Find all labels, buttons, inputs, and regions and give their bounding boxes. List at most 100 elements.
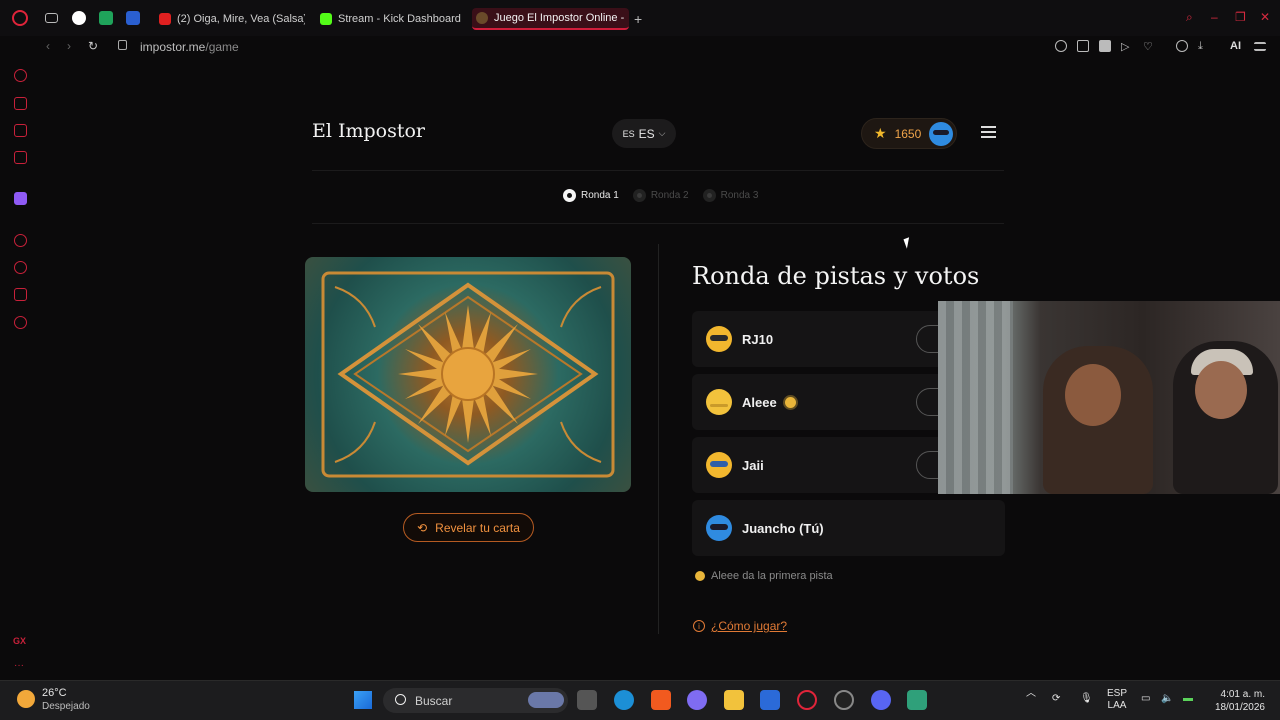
profile-icon[interactable]: [1176, 40, 1188, 52]
play-icon[interactable]: ▷: [1121, 40, 1133, 53]
url-field[interactable]: impostor.me/game: [140, 40, 239, 54]
maximize-icon[interactable]: ❐: [1235, 10, 1246, 24]
mask-band: [710, 524, 728, 530]
more-icon[interactable]: ···: [14, 660, 24, 671]
forward-icon[interactable]: ›: [67, 39, 71, 53]
reveal-card-button[interactable]: ⟲ Revelar tu carta: [403, 513, 534, 542]
windows-start-icon[interactable]: [354, 691, 372, 709]
file-explorer-icon[interactable]: [724, 690, 744, 710]
taskbar-search-label[interactable]: Buscar: [415, 694, 452, 708]
refresh-icon: ⟲: [417, 520, 428, 535]
how-to-play-link[interactable]: i ¿Cómo jugar?: [693, 619, 787, 633]
discord-icon[interactable]: [871, 690, 891, 710]
reload-icon[interactable]: ↻: [88, 39, 98, 53]
minimize-icon[interactable]: –: [1211, 10, 1218, 24]
gx-corner-icon[interactable]: [14, 97, 27, 110]
reveal-card-label: Revelar tu carta: [435, 520, 520, 535]
tray-sync-icon[interactable]: ⟳: [1052, 693, 1060, 705]
divider: [312, 223, 1004, 224]
player-avatar: [706, 515, 732, 541]
divider: [312, 170, 1004, 171]
back-icon[interactable]: ‹: [46, 39, 50, 53]
tab-kick[interactable]: Stream - Kick Dashboard: [316, 8, 464, 30]
news-icon[interactable]: [14, 124, 27, 137]
player-row-self: Juancho (Tú): [692, 500, 1005, 556]
pinned-tab-sheets-icon[interactable]: [99, 11, 113, 25]
taskbar-clock[interactable]: 4:01 a. m. 18/01/2026: [1207, 688, 1265, 714]
pinned-tab-icon[interactable]: [72, 11, 86, 25]
new-tab-icon[interactable]: +: [634, 11, 642, 27]
weather-moon-icon[interactable]: [17, 690, 35, 708]
column-divider: [658, 244, 659, 634]
player-avatar: [706, 452, 732, 478]
user-avatar[interactable]: [929, 122, 953, 146]
opera-gx-taskbar-icon[interactable]: [797, 690, 817, 710]
sun-icon: [695, 571, 705, 581]
tab-youtube[interactable]: (2) Oiga, Mire, Vea (Salsa): [155, 8, 305, 30]
aria-ai-button[interactable]: AI: [1230, 40, 1241, 52]
brave-icon[interactable]: [651, 690, 671, 710]
mask-band: [710, 461, 728, 467]
player-name: Jaii: [742, 457, 764, 473]
outlook-icon[interactable]: [760, 690, 780, 710]
obs-icon[interactable]: [834, 690, 854, 710]
heart-icon[interactable]: ♡: [1143, 40, 1155, 53]
extensions-icon[interactable]: [14, 288, 27, 301]
round-dot-icon: [632, 189, 646, 202]
opera-logo-icon[interactable]: [12, 10, 28, 26]
download-icon[interactable]: ⤓: [1198, 40, 1210, 52]
tray-battery-icon[interactable]: ▬: [1183, 693, 1193, 705]
tray-chevron-icon[interactable]: ︿: [1026, 688, 1036, 700]
task-view-icon[interactable]: [577, 690, 597, 710]
settings-gear-icon[interactable]: [14, 316, 27, 329]
clock-time: 4:01 a. m.: [1220, 689, 1265, 700]
menu-icon[interactable]: [981, 126, 996, 138]
youtube-icon: [159, 13, 171, 25]
how-to-play-label: ¿Cómo jugar?: [711, 619, 788, 633]
secret-card[interactable]: [305, 257, 631, 492]
tab-impostor[interactable]: Juego El Impostor Online -: [472, 8, 629, 30]
input-language[interactable]: ESP LAA: [1105, 688, 1129, 712]
pin-icon[interactable]: [1055, 40, 1067, 52]
tab-label: Juego El Impostor Online -: [494, 12, 625, 24]
tray-network-icon[interactable]: ▭: [1141, 693, 1150, 705]
score-value: 1650: [894, 126, 922, 141]
url-host: impostor.me: [140, 40, 206, 54]
calculator-icon[interactable]: [907, 690, 927, 710]
tab-workspace-icon[interactable]: [45, 13, 58, 23]
search-highlight-icon[interactable]: [528, 692, 564, 708]
star-icon: ★: [874, 125, 887, 141]
messenger-icon[interactable]: [14, 151, 27, 164]
round-label: Ronda 3: [720, 190, 759, 201]
flag-label: ES: [622, 128, 635, 139]
tray-volume-icon[interactable]: 🔈: [1161, 693, 1173, 705]
snapshot-icon[interactable]: [1077, 40, 1089, 52]
score-pill[interactable]: ★ 1650: [861, 118, 957, 149]
round-label: Ronda 2: [650, 190, 689, 201]
site-title[interactable]: El Impostor: [312, 120, 425, 142]
hint-text: Aleee da la primera pista: [711, 570, 833, 582]
webcam-person: [1173, 341, 1278, 494]
impostor-site-icon: [476, 12, 488, 24]
easy-setup-icon[interactable]: [1254, 42, 1266, 51]
weather-temp[interactable]: 26°C: [42, 687, 67, 699]
history-icon[interactable]: [14, 261, 27, 274]
player-avatar: [706, 389, 732, 415]
webcam-face: [1195, 361, 1247, 419]
language-selector[interactable]: ES ES ⌵: [612, 119, 676, 148]
player-name: Juancho (Tú): [742, 520, 824, 536]
close-window-icon[interactable]: ✕: [1260, 10, 1270, 24]
player-icon[interactable]: [14, 234, 27, 247]
twitch-icon[interactable]: [14, 192, 27, 205]
speed-dial-icon[interactable]: [14, 69, 27, 82]
round-1: Ronda 1: [563, 189, 619, 202]
edge-icon[interactable]: [614, 690, 634, 710]
shield-icon[interactable]: [1099, 40, 1111, 52]
webcam-person: [1043, 346, 1153, 494]
round-dot-icon: [702, 189, 716, 202]
search-tabs-icon[interactable]: ⌕: [1186, 10, 1193, 25]
tray-mic-icon[interactable]: 🎙: [1080, 693, 1093, 705]
weather-condition[interactable]: Despejado: [42, 701, 90, 712]
pinned-tab-17track-icon[interactable]: [126, 11, 140, 25]
copilot-icon[interactable]: [687, 690, 707, 710]
